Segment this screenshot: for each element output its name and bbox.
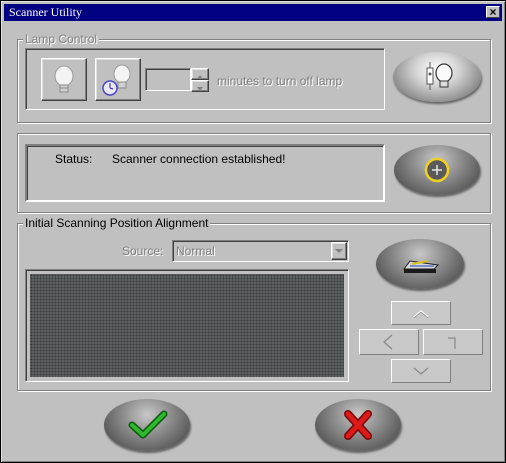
window-title: Scanner Utility	[9, 5, 82, 19]
chevron-up-icon	[413, 310, 429, 319]
title-bar[interactable]: Scanner Utility ×	[4, 4, 502, 21]
scanner-position-button[interactable]	[376, 239, 464, 289]
scan-preview-area	[30, 274, 344, 377]
move-left-button[interactable]	[359, 329, 419, 355]
move-right-button[interactable]	[423, 329, 483, 355]
lamp-on-button[interactable]	[41, 58, 87, 101]
source-value: Normal	[176, 244, 215, 258]
source-select[interactable]: Normal	[172, 240, 349, 262]
plus-circle-icon	[424, 157, 450, 183]
source-dropdown-button[interactable]	[331, 242, 347, 260]
move-up-button[interactable]	[391, 301, 451, 325]
x-icon	[344, 410, 372, 440]
chevron-down-icon	[413, 367, 429, 375]
lamp-timer-button[interactable]	[95, 58, 141, 101]
minutes-spin-up[interactable]	[191, 68, 209, 80]
light-bulb-clock-icon	[102, 64, 131, 96]
scanner-icon	[403, 260, 440, 273]
minutes-spin-down[interactable]	[191, 80, 209, 92]
status-label: Status:	[55, 152, 93, 166]
light-bulb-icon	[54, 65, 74, 93]
minutes-label: minutes to turn off lamp	[217, 74, 343, 88]
chevron-down-icon	[335, 249, 343, 253]
lamp-control-label: Lamp Control	[23, 32, 100, 46]
chevron-left-icon	[383, 334, 393, 350]
ok-button[interactable]	[104, 399, 190, 451]
close-icon: ×	[489, 5, 497, 19]
lamp-toggle-button[interactable]	[393, 52, 481, 102]
close-button[interactable]: ×	[486, 5, 500, 19]
lamp-switch-bulb-icon	[426, 62, 453, 90]
minutes-input[interactable]	[145, 68, 191, 91]
move-down-button[interactable]	[391, 359, 451, 383]
chevron-right-icon	[448, 337, 456, 349]
check-icon	[128, 410, 168, 439]
cancel-button[interactable]	[315, 399, 401, 451]
status-text: Scanner connection established!	[112, 152, 286, 166]
scanner-utility-window: Scanner Utility × Lamp Control minutes t…	[0, 0, 506, 463]
preview-frame	[25, 269, 349, 382]
alignment-label: Initial Scanning Position Alignment	[23, 216, 211, 230]
connect-button[interactable]	[394, 145, 480, 195]
spin-down-icon	[197, 87, 203, 91]
source-label: Source:	[122, 244, 164, 258]
